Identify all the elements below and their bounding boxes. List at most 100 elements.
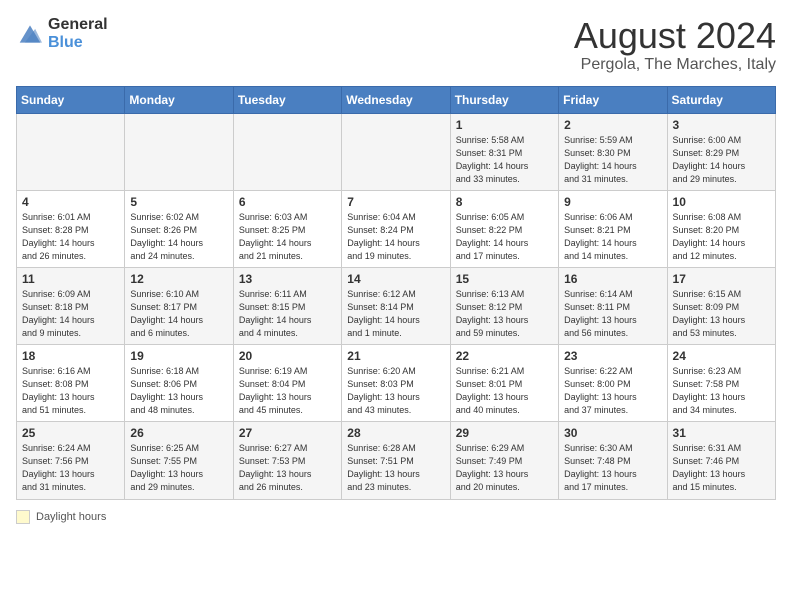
day-number: 24 bbox=[673, 349, 770, 363]
calendar-cell: 19 Sunrise: 6:18 AM Sunset: 8:06 PM Dayli… bbox=[125, 345, 233, 422]
day-number: 3 bbox=[673, 118, 770, 132]
month-title: August 2024 bbox=[574, 16, 776, 56]
calendar-cell: 22 Sunrise: 6:21 AM Sunset: 8:01 PM Dayli… bbox=[450, 345, 558, 422]
week-row-5: 25Sunrise: 6:24 AM Sunset: 7:56 PM Dayli… bbox=[17, 422, 776, 499]
day-number: 8 bbox=[456, 195, 553, 209]
header-day-tuesday: Tuesday bbox=[233, 86, 341, 113]
calendar-cell: 11 Sunrise: 6:09 AM Sunset: 8:18 PM Dayli… bbox=[17, 267, 125, 344]
calendar-cell: 24Sunrise: 6:23 AM Sunset: 7:58 PM Dayli… bbox=[667, 345, 775, 422]
calendar-cell: 6Sunrise: 6:03 AM Sunset: 8:25 PM Daylig… bbox=[233, 190, 341, 267]
day-number: 2 bbox=[564, 118, 661, 132]
week-row-3: 11 Sunrise: 6:09 AM Sunset: 8:18 PM Dayli… bbox=[17, 267, 776, 344]
day-info: Sunrise: 6:00 AM Sunset: 8:29 PM Dayligh… bbox=[673, 134, 770, 186]
calendar-cell: 9 Sunrise: 6:06 AM Sunset: 8:21 PM Daylig… bbox=[559, 190, 667, 267]
day-info: Sunrise: 6:12 AM Sunset: 8:14 PM Dayligh… bbox=[347, 288, 444, 340]
calendar-cell: 20Sunrise: 6:19 AM Sunset: 8:04 PM Dayli… bbox=[233, 345, 341, 422]
day-number: 9 bbox=[564, 195, 661, 209]
day-number: 23 bbox=[564, 349, 661, 363]
calendar-cell: 31 Sunrise: 6:31 AM Sunset: 7:46 PM Dayli… bbox=[667, 422, 775, 499]
calendar-cell bbox=[342, 113, 450, 190]
calendar-cell: 15 Sunrise: 6:13 AM Sunset: 8:12 PM Dayli… bbox=[450, 267, 558, 344]
location-title: Pergola, The Marches, Italy bbox=[574, 56, 776, 74]
day-number: 4 bbox=[22, 195, 119, 209]
day-number: 17 bbox=[673, 272, 770, 286]
calendar-cell: 3 Sunrise: 6:00 AM Sunset: 8:29 PM Daylig… bbox=[667, 113, 775, 190]
day-number: 28 bbox=[347, 426, 444, 440]
day-info: Sunrise: 6:10 AM Sunset: 8:17 PM Dayligh… bbox=[130, 288, 227, 340]
day-number: 18 bbox=[22, 349, 119, 363]
day-info: Sunrise: 6:13 AM Sunset: 8:12 PM Dayligh… bbox=[456, 288, 553, 340]
calendar-header: SundayMondayTuesdayWednesdayThursdayFrid… bbox=[17, 86, 776, 113]
day-number: 25 bbox=[22, 426, 119, 440]
calendar-cell: 25Sunrise: 6:24 AM Sunset: 7:56 PM Dayli… bbox=[17, 422, 125, 499]
day-info: Sunrise: 6:02 AM Sunset: 8:26 PM Dayligh… bbox=[130, 211, 227, 263]
day-info: Sunrise: 6:25 AM Sunset: 7:55 PM Dayligh… bbox=[130, 442, 227, 494]
header-day-thursday: Thursday bbox=[450, 86, 558, 113]
day-info: Sunrise: 6:14 AM Sunset: 8:11 PM Dayligh… bbox=[564, 288, 661, 340]
calendar-body: 1 Sunrise: 5:58 AM Sunset: 8:31 PM Daylig… bbox=[17, 113, 776, 499]
day-number: 14 bbox=[347, 272, 444, 286]
day-number: 21 bbox=[347, 349, 444, 363]
day-info: Sunrise: 6:08 AM Sunset: 8:20 PM Dayligh… bbox=[673, 211, 770, 263]
day-info: Sunrise: 6:28 AM Sunset: 7:51 PM Dayligh… bbox=[347, 442, 444, 494]
calendar-cell: 26 Sunrise: 6:25 AM Sunset: 7:55 PM Dayli… bbox=[125, 422, 233, 499]
day-number: 22 bbox=[456, 349, 553, 363]
day-info: Sunrise: 6:21 AM Sunset: 8:01 PM Dayligh… bbox=[456, 365, 553, 417]
day-number: 15 bbox=[456, 272, 553, 286]
calendar-cell: 17 Sunrise: 6:15 AM Sunset: 8:09 PM Dayli… bbox=[667, 267, 775, 344]
day-number: 27 bbox=[239, 426, 336, 440]
day-info: Sunrise: 6:19 AM Sunset: 8:04 PM Dayligh… bbox=[239, 365, 336, 417]
day-number: 31 bbox=[673, 426, 770, 440]
day-number: 10 bbox=[673, 195, 770, 209]
day-number: 1 bbox=[456, 118, 553, 132]
logo-icon bbox=[16, 22, 44, 46]
header-day-saturday: Saturday bbox=[667, 86, 775, 113]
day-number: 19 bbox=[130, 349, 227, 363]
calendar-cell: 29 Sunrise: 6:29 AM Sunset: 7:49 PM Dayli… bbox=[450, 422, 558, 499]
week-row-1: 1 Sunrise: 5:58 AM Sunset: 8:31 PM Daylig… bbox=[17, 113, 776, 190]
day-number: 16 bbox=[564, 272, 661, 286]
day-number: 7 bbox=[347, 195, 444, 209]
page-header: General Blue August 2024 Pergola, The Ma… bbox=[16, 16, 776, 74]
week-row-2: 4 Sunrise: 6:01 AM Sunset: 8:28 PM Daylig… bbox=[17, 190, 776, 267]
day-number: 5 bbox=[130, 195, 227, 209]
logo: General Blue bbox=[16, 16, 108, 52]
calendar-cell: 21 Sunrise: 6:20 AM Sunset: 8:03 PM Dayli… bbox=[342, 345, 450, 422]
day-info: Sunrise: 6:06 AM Sunset: 8:21 PM Dayligh… bbox=[564, 211, 661, 263]
day-number: 29 bbox=[456, 426, 553, 440]
day-info: Sunrise: 6:27 AM Sunset: 7:53 PM Dayligh… bbox=[239, 442, 336, 494]
logo-blue: Blue bbox=[48, 34, 83, 51]
day-info: Sunrise: 5:58 AM Sunset: 8:31 PM Dayligh… bbox=[456, 134, 553, 186]
calendar-footer: Daylight hours bbox=[16, 510, 776, 524]
day-number: 26 bbox=[130, 426, 227, 440]
header-day-friday: Friday bbox=[559, 86, 667, 113]
day-number: 12 bbox=[130, 272, 227, 286]
calendar-cell bbox=[17, 113, 125, 190]
day-info: Sunrise: 6:04 AM Sunset: 8:24 PM Dayligh… bbox=[347, 211, 444, 263]
logo-text: General Blue bbox=[48, 16, 108, 52]
day-info: Sunrise: 6:09 AM Sunset: 8:18 PM Dayligh… bbox=[22, 288, 119, 340]
calendar-cell bbox=[125, 113, 233, 190]
day-info: Sunrise: 6:29 AM Sunset: 7:49 PM Dayligh… bbox=[456, 442, 553, 494]
calendar-cell: 23Sunrise: 6:22 AM Sunset: 8:00 PM Dayli… bbox=[559, 345, 667, 422]
day-number: 6 bbox=[239, 195, 336, 209]
legend-label: Daylight hours bbox=[36, 511, 106, 523]
calendar-cell: 28 Sunrise: 6:28 AM Sunset: 7:51 PM Dayli… bbox=[342, 422, 450, 499]
day-info: Sunrise: 6:18 AM Sunset: 8:06 PM Dayligh… bbox=[130, 365, 227, 417]
calendar-cell: 13Sunrise: 6:11 AM Sunset: 8:15 PM Dayli… bbox=[233, 267, 341, 344]
day-info: Sunrise: 6:31 AM Sunset: 7:46 PM Dayligh… bbox=[673, 442, 770, 494]
calendar-cell: 10 Sunrise: 6:08 AM Sunset: 8:20 PM Dayli… bbox=[667, 190, 775, 267]
logo-general: General bbox=[48, 16, 108, 33]
day-info: Sunrise: 6:15 AM Sunset: 8:09 PM Dayligh… bbox=[673, 288, 770, 340]
day-info: Sunrise: 6:20 AM Sunset: 8:03 PM Dayligh… bbox=[347, 365, 444, 417]
week-row-4: 18Sunrise: 6:16 AM Sunset: 8:08 PM Dayli… bbox=[17, 345, 776, 422]
day-info: Sunrise: 6:01 AM Sunset: 8:28 PM Dayligh… bbox=[22, 211, 119, 263]
day-number: 11 bbox=[22, 272, 119, 286]
calendar-table: SundayMondayTuesdayWednesdayThursdayFrid… bbox=[16, 86, 776, 500]
day-number: 13 bbox=[239, 272, 336, 286]
calendar-cell: 30Sunrise: 6:30 AM Sunset: 7:48 PM Dayli… bbox=[559, 422, 667, 499]
calendar-cell: 2Sunrise: 5:59 AM Sunset: 8:30 PM Daylig… bbox=[559, 113, 667, 190]
header-day-monday: Monday bbox=[125, 86, 233, 113]
title-block: August 2024 Pergola, The Marches, Italy bbox=[574, 16, 776, 74]
calendar-cell: 7 Sunrise: 6:04 AM Sunset: 8:24 PM Daylig… bbox=[342, 190, 450, 267]
